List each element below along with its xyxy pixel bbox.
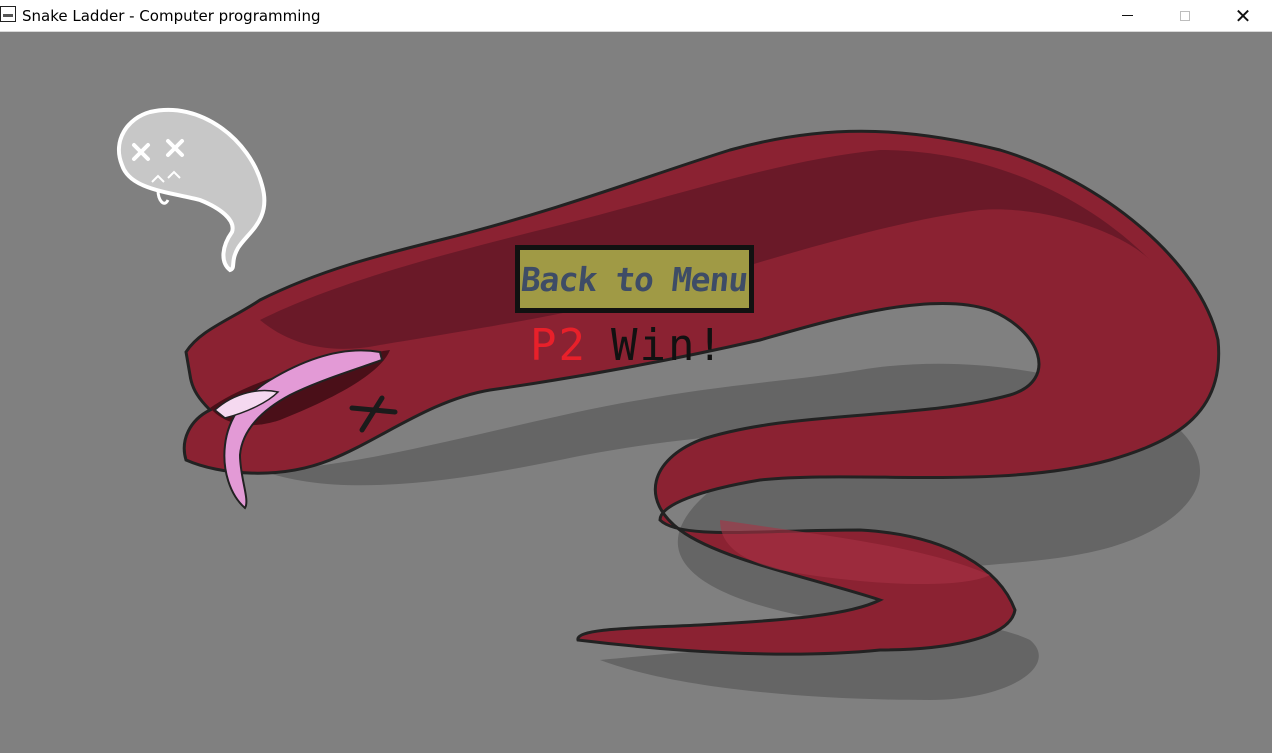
- ghost-spirit: [116, 107, 267, 273]
- win-label: Win!: [610, 320, 725, 371]
- window-titlebar: Snake Ladder - Computer programming ✕: [0, 0, 1272, 32]
- close-icon: ✕: [1234, 4, 1252, 28]
- app-icon: [0, 6, 16, 22]
- winning-player-label: P2: [530, 320, 587, 371]
- snake-illustration: [116, 107, 1221, 700]
- maximize-icon: [1180, 11, 1190, 21]
- win-message: P2 Win!: [530, 321, 725, 371]
- minimize-icon: [1121, 14, 1133, 16]
- game-canvas: Back to Menu P2 Win!: [0, 32, 1272, 749]
- minimize-button[interactable]: [1098, 0, 1156, 32]
- window-title: Snake Ladder - Computer programming: [22, 7, 321, 25]
- back-to-menu-label: Back to Menu: [519, 259, 750, 299]
- close-button[interactable]: ✕: [1214, 0, 1272, 32]
- maximize-button[interactable]: [1156, 0, 1214, 32]
- back-to-menu-button[interactable]: Back to Menu: [515, 245, 754, 313]
